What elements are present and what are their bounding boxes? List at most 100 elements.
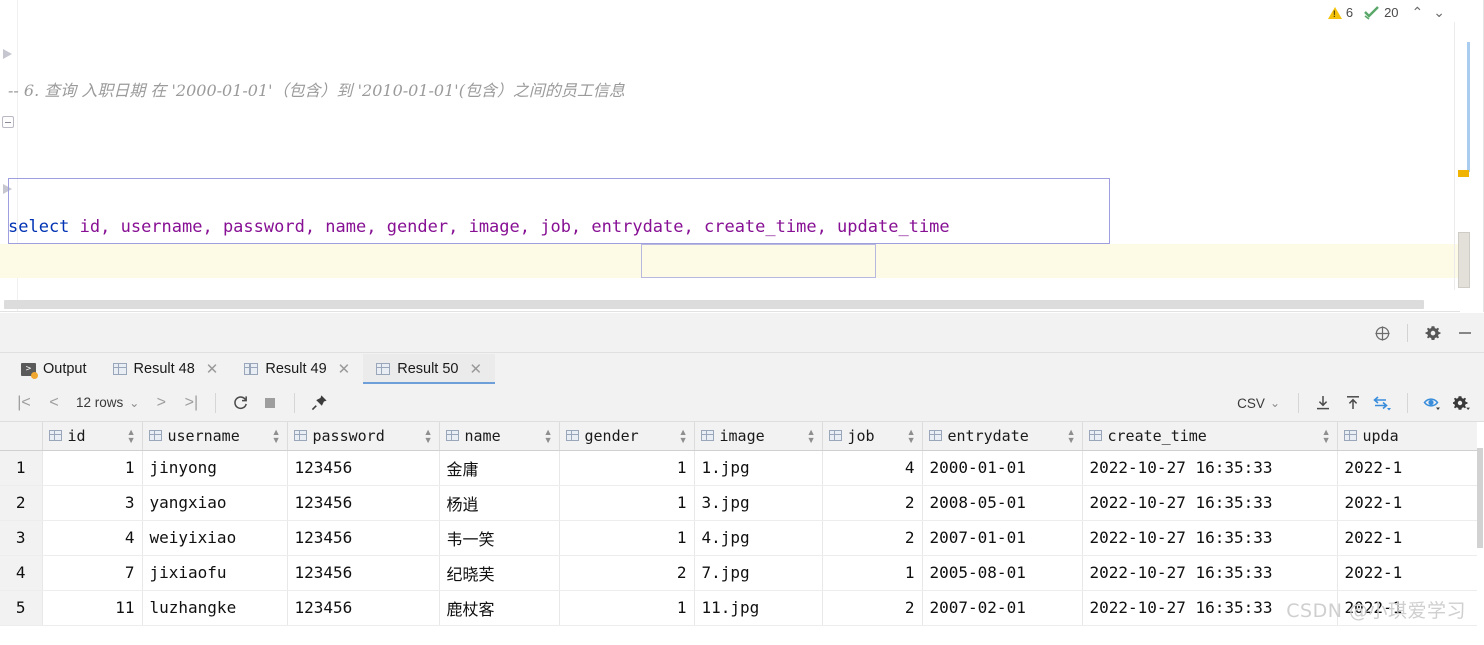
header-entrydate[interactable]: entrydate ▲ ▼: [922, 422, 1083, 451]
scrollbar-warning-marker[interactable]: [1458, 170, 1469, 177]
cell-gender[interactable]: 1: [559, 485, 695, 521]
cell-username[interactable]: weiyixiao: [142, 520, 288, 556]
cell-job[interactable]: 2: [822, 485, 923, 521]
tab-output[interactable]: > Output: [8, 354, 100, 384]
prev-problem-button[interactable]: ⌃: [1409, 4, 1427, 21]
cell-username[interactable]: yangxiao: [142, 485, 288, 521]
hscrollbar-thumb[interactable]: [4, 300, 1424, 309]
cell-name[interactable]: 杨逍: [439, 485, 560, 521]
cell-entrydate[interactable]: 2005-08-01: [922, 555, 1083, 591]
cell-job[interactable]: 2: [822, 520, 923, 556]
result-grid[interactable]: id ▲ ▼ username ▲ ▼ password ▲ ▼ name ▲ ▼ gender…: [0, 422, 1484, 645]
cell-password[interactable]: 123456: [287, 590, 440, 626]
pin-icon[interactable]: [305, 389, 333, 417]
cell-update-time[interactable]: 2022-1: [1337, 485, 1478, 521]
cell-username[interactable]: luzhangke: [142, 590, 288, 626]
cell-id[interactable]: 3: [42, 485, 143, 521]
grid-scrollbar-thumb[interactable]: [1477, 448, 1483, 548]
cell-gender[interactable]: 1: [559, 590, 695, 626]
cell-entrydate[interactable]: 2007-01-01: [922, 520, 1083, 556]
next-page-button[interactable]: >: [147, 389, 175, 417]
header-gender[interactable]: gender ▲ ▼: [559, 422, 695, 451]
cell-name[interactable]: 鹿杖客: [439, 590, 560, 626]
cell-update-time[interactable]: 2022-1: [1337, 520, 1478, 556]
code-text[interactable]: -- 6. 查询 入职日期 在 '2000-01-01'（包含）到 '2010-…: [8, 6, 1444, 312]
sort-icon[interactable]: ▲ ▼: [679, 427, 688, 444]
cell-gender[interactable]: 1: [559, 450, 695, 486]
cell-username[interactable]: jinyong: [142, 450, 288, 486]
transpose-icon[interactable]: [1369, 389, 1397, 417]
sql-editor-pane[interactable]: -- 6. 查询 入职日期 在 '2000-01-01'（包含）到 '2010-…: [0, 0, 1484, 312]
cell-update-time[interactable]: 2022-1: [1337, 590, 1478, 626]
header-job[interactable]: job ▲ ▼: [822, 422, 923, 451]
stop-icon[interactable]: [256, 389, 284, 417]
sort-icon[interactable]: ▲ ▼: [544, 427, 553, 444]
target-icon[interactable]: [1371, 322, 1393, 344]
cell-entrydate[interactable]: 2007-02-01: [922, 590, 1083, 626]
cell-name[interactable]: 金庸: [439, 450, 560, 486]
cell-password[interactable]: 123456: [287, 450, 440, 486]
table-row[interactable]: 4 7 jixiaofu 123456 纪晓芙 2 7.jpg 1 2005-0…: [0, 555, 1478, 591]
cell-id[interactable]: 11: [42, 590, 143, 626]
first-page-button[interactable]: |<: [10, 389, 38, 417]
close-icon[interactable]: ✕: [469, 360, 482, 378]
table-row[interactable]: 5 11 luzhangke 123456 鹿杖客 1 11.jpg 2 200…: [0, 590, 1478, 626]
cell-job[interactable]: 4: [822, 450, 923, 486]
scrollbar-thumb[interactable]: [1458, 232, 1470, 288]
inspection-widget[interactable]: 6 20 ⌃ ⌄: [1327, 4, 1448, 21]
sort-icon[interactable]: ▲ ▼: [424, 427, 433, 444]
sort-icon[interactable]: ▲ ▼: [127, 427, 136, 444]
close-icon[interactable]: ✕: [338, 360, 351, 378]
cell-job[interactable]: 2: [822, 590, 923, 626]
cell-gender[interactable]: 2: [559, 555, 695, 591]
table-row[interactable]: 1 1 jinyong 123456 金庸 1 1.jpg 4 2000-01-…: [0, 450, 1478, 486]
sort-icon[interactable]: ▲ ▼: [907, 427, 916, 444]
cell-job[interactable]: 1: [822, 555, 923, 591]
cell-name[interactable]: 韦一笑: [439, 520, 560, 556]
header-id[interactable]: id ▲ ▼: [42, 422, 143, 451]
settings-icon[interactable]: [1422, 322, 1444, 344]
cell-create-time[interactable]: 2022-10-27 16:35:33: [1082, 485, 1338, 521]
header-password[interactable]: password ▲ ▼: [287, 422, 440, 451]
last-page-button[interactable]: >|: [177, 389, 205, 417]
header-create-time[interactable]: create_time ▲ ▼: [1082, 422, 1338, 451]
cell-create-time[interactable]: 2022-10-27 16:35:33: [1082, 450, 1338, 486]
export-format-selector[interactable]: CSV ⌄: [1229, 396, 1288, 411]
header-update-time[interactable]: upda: [1337, 422, 1478, 451]
sort-icon[interactable]: ▲ ▼: [1067, 427, 1076, 444]
header-image[interactable]: image ▲ ▼: [694, 422, 823, 451]
cell-update-time[interactable]: 2022-1: [1337, 555, 1478, 591]
cell-id[interactable]: 1: [42, 450, 143, 486]
download-icon[interactable]: [1309, 389, 1337, 417]
tab-result-50[interactable]: Result 50 ✕: [363, 354, 496, 384]
prev-page-button[interactable]: <: [40, 389, 68, 417]
cell-image[interactable]: 11.jpg: [694, 590, 823, 626]
cell-image[interactable]: 1.jpg: [694, 450, 823, 486]
cell-update-time[interactable]: 2022-1: [1337, 450, 1478, 486]
cell-image[interactable]: 7.jpg: [694, 555, 823, 591]
header-username[interactable]: username ▲ ▼: [142, 422, 288, 451]
cell-password[interactable]: 123456: [287, 520, 440, 556]
cell-create-time[interactable]: 2022-10-27 16:35:33: [1082, 590, 1338, 626]
editor-vertical-scrollbar[interactable]: [1458, 22, 1470, 290]
cell-password[interactable]: 123456: [287, 555, 440, 591]
header-name[interactable]: name ▲ ▼: [439, 422, 560, 451]
cell-gender[interactable]: 1: [559, 520, 695, 556]
eye-icon[interactable]: [1418, 389, 1446, 417]
cell-image[interactable]: 3.jpg: [694, 485, 823, 521]
cell-entrydate[interactable]: 2008-05-01: [922, 485, 1083, 521]
table-row[interactable]: 2 3 yangxiao 123456 杨逍 1 3.jpg 2 2008-05…: [0, 485, 1478, 521]
cell-create-time[interactable]: 2022-10-27 16:35:33: [1082, 555, 1338, 591]
upload-icon[interactable]: [1339, 389, 1367, 417]
minimize-icon[interactable]: [1454, 322, 1476, 344]
gear-icon[interactable]: [1448, 389, 1476, 417]
cell-id[interactable]: 4: [42, 520, 143, 556]
sort-icon[interactable]: ▲ ▼: [272, 427, 281, 444]
editor-horizontal-scrollbar[interactable]: [4, 300, 1452, 309]
rows-count-selector[interactable]: 12 rows ⌄: [70, 395, 145, 410]
cell-image[interactable]: 4.jpg: [694, 520, 823, 556]
refresh-icon[interactable]: [226, 389, 254, 417]
tab-result-49[interactable]: Result 49 ✕: [231, 354, 363, 384]
cell-name[interactable]: 纪晓芙: [439, 555, 560, 591]
next-problem-button[interactable]: ⌄: [1430, 4, 1448, 21]
